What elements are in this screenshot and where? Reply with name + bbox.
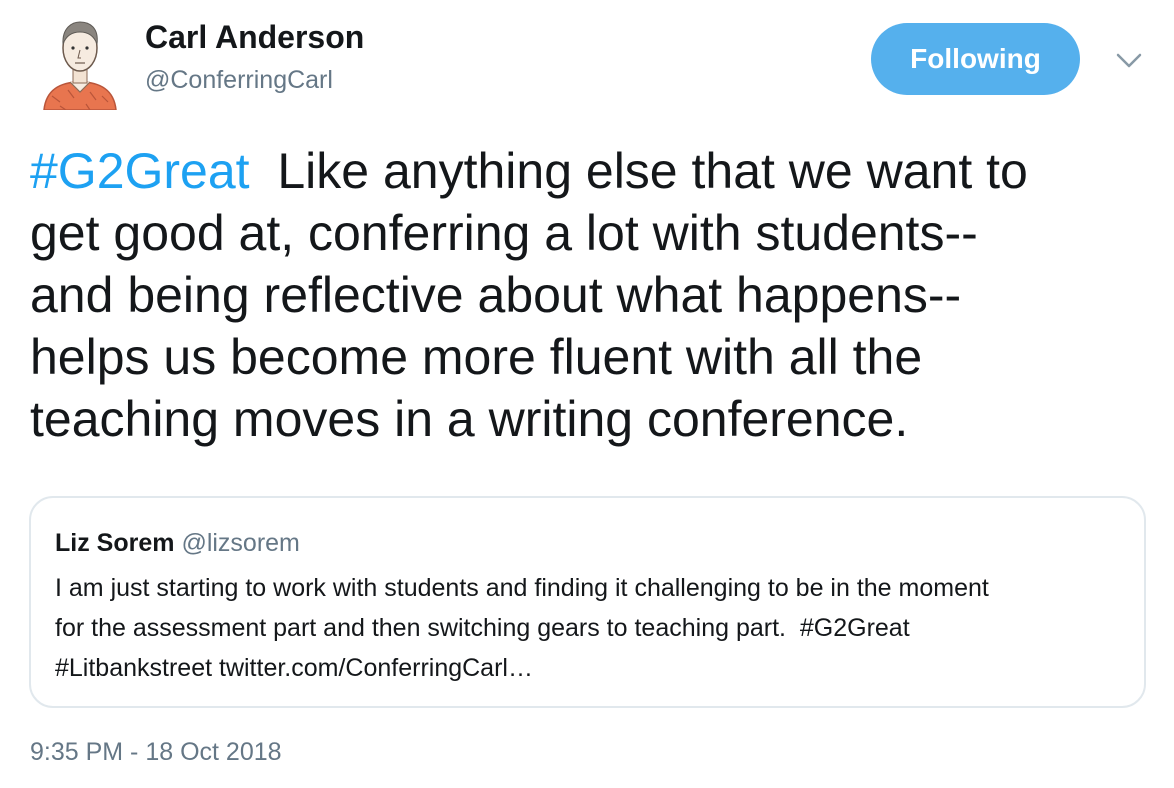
- author-handle[interactable]: @ConferringCarl: [145, 66, 333, 95]
- url-link[interactable]: twitter.com/ConferringCarl…: [212, 654, 533, 682]
- tweet-menu-button[interactable]: [1114, 50, 1144, 72]
- quoted-tweet-header: Liz Sorem @lizsorem: [55, 529, 300, 558]
- quoted-tweet-card[interactable]: Liz Sorem @lizsorem I am just starting t…: [29, 496, 1146, 708]
- author-name[interactable]: Carl Anderson: [145, 19, 364, 56]
- quoted-tweet-text: I am just starting to work with students…: [55, 568, 989, 688]
- quoted-author-name: Liz Sorem: [55, 529, 175, 557]
- tweet-line-text: Like anything else that we want to: [249, 143, 1028, 199]
- tweet-timestamp[interactable]: 9:35 PM - 18 Oct 2018: [30, 738, 282, 767]
- quoted-line: I am just starting to work with students…: [55, 574, 989, 602]
- hashtag-link[interactable]: #G2Great: [800, 614, 910, 642]
- following-button[interactable]: Following: [871, 23, 1080, 95]
- hashtag-link[interactable]: #G2Great: [30, 143, 250, 199]
- tweet-line: and being reflective about what happens-…: [30, 267, 962, 323]
- hashtag-link[interactable]: #Litbankstreet: [55, 654, 212, 682]
- author-avatar[interactable]: [30, 10, 130, 111]
- quoted-line-text: for the assessment part and then switchi…: [55, 614, 800, 642]
- tweet-line: helps us become more fluent with all the: [30, 329, 923, 385]
- chevron-down-icon: [1116, 53, 1142, 68]
- quoted-line: for the assessment part and then switchi…: [55, 608, 989, 648]
- avatar-illustration-icon: [43, 21, 117, 111]
- tweet-text: #G2Great Like anything else that we want…: [30, 140, 1160, 450]
- tweet-line: get good at, conferring a lot with stude…: [30, 205, 978, 261]
- quoted-line: #Litbankstreet twitter.com/ConferringCar…: [55, 648, 989, 688]
- tweet-line: teaching moves in a writing conference.: [30, 391, 909, 447]
- tweet-line: #G2Great Like anything else that we want…: [30, 140, 1160, 202]
- quoted-author-handle: @lizsorem: [181, 529, 300, 557]
